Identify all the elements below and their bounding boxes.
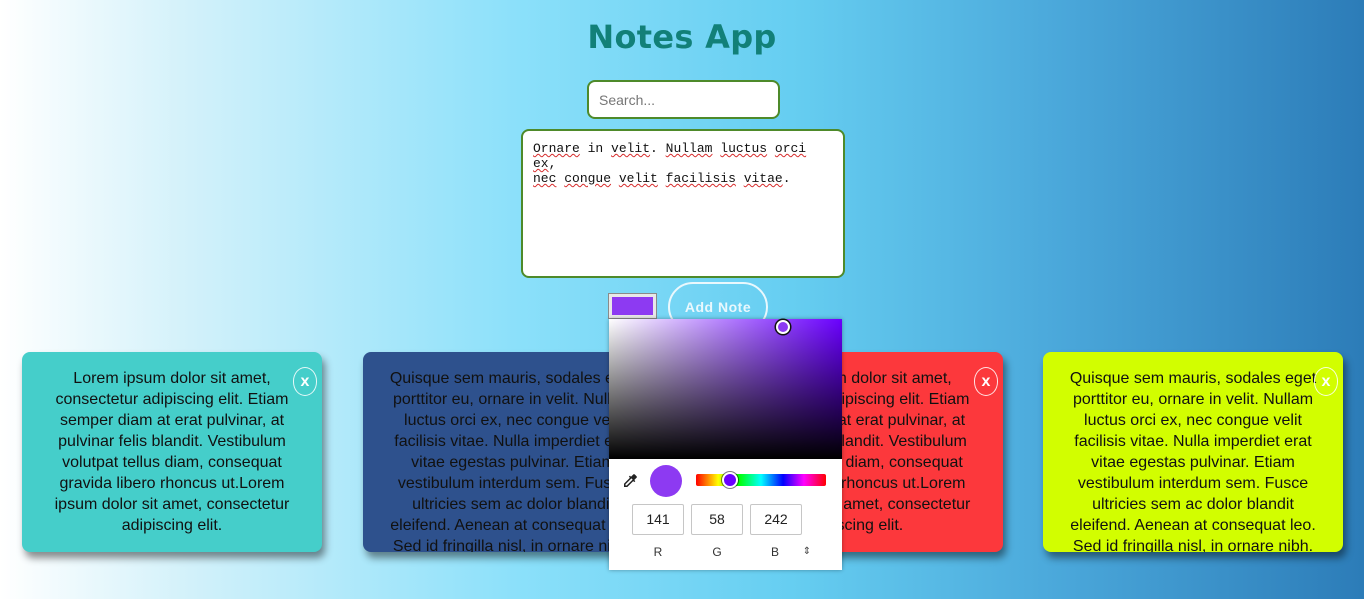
misspelled-word: luctus bbox=[720, 141, 768, 156]
note-card: Lorem ipsum dolor sit amet, consectetur … bbox=[22, 352, 322, 552]
eyedropper-icon[interactable] bbox=[621, 472, 639, 490]
misspelled-word: velit bbox=[611, 141, 651, 156]
editor-text bbox=[658, 171, 666, 186]
blue-input[interactable]: 242 bbox=[750, 504, 802, 535]
note-text: Lorem ipsum dolor sit amet, consectetur … bbox=[54, 370, 290, 534]
delete-note-button[interactable]: x bbox=[293, 367, 317, 396]
delete-note-button[interactable]: x bbox=[974, 367, 998, 396]
hue-slider[interactable] bbox=[696, 474, 826, 486]
editor-text bbox=[767, 141, 775, 156]
misspelled-word: vitae bbox=[743, 171, 783, 186]
misspelled-word: congue bbox=[564, 171, 612, 186]
green-input[interactable]: 58 bbox=[691, 504, 743, 535]
note-textarea[interactable]: Ornare in velit. Nullam luctus orci ex, n… bbox=[521, 129, 845, 278]
misspelled-word: orci bbox=[774, 141, 807, 156]
color-swatch-fill bbox=[612, 297, 653, 315]
misspelled-word: velit bbox=[618, 171, 658, 186]
saturation-value-area[interactable] bbox=[609, 319, 842, 459]
hue-slider-thumb[interactable] bbox=[722, 472, 738, 488]
editor-text: , bbox=[548, 156, 557, 171]
color-preview bbox=[650, 465, 682, 497]
saturation-value-handle[interactable] bbox=[776, 320, 790, 334]
note-text: Quisque sem mauris, sodales eget porttit… bbox=[389, 370, 637, 552]
editor-text: in bbox=[579, 141, 612, 156]
editor-text bbox=[736, 171, 744, 186]
editor-text bbox=[611, 171, 619, 186]
note-text: Quisque sem mauris, sodales eget porttit… bbox=[1069, 370, 1317, 552]
color-picker-popup: 141 58 242 R G B ⇕ bbox=[609, 319, 842, 570]
page-title: Notes App bbox=[587, 18, 777, 56]
editor-text: . bbox=[650, 141, 666, 156]
note-card: Quisque sem mauris, sodales eget porttit… bbox=[1043, 352, 1343, 552]
misspelled-word: Nullam bbox=[665, 141, 713, 156]
red-label: R bbox=[653, 545, 663, 559]
up-down-arrows-icon[interactable]: ⇕ bbox=[800, 544, 814, 560]
red-input[interactable]: 141 bbox=[632, 504, 684, 535]
misspelled-word: ex bbox=[533, 156, 549, 171]
green-label: G bbox=[712, 545, 722, 559]
blue-label: B bbox=[770, 545, 779, 559]
color-swatch-button[interactable] bbox=[608, 293, 657, 319]
search-input[interactable] bbox=[587, 80, 780, 119]
editor-text: . bbox=[782, 171, 791, 186]
delete-note-button[interactable]: x bbox=[1314, 367, 1338, 396]
misspelled-word: nec bbox=[533, 171, 557, 186]
misspelled-word: facilisis bbox=[665, 171, 736, 186]
misspelled-word: Ornare bbox=[533, 141, 580, 156]
